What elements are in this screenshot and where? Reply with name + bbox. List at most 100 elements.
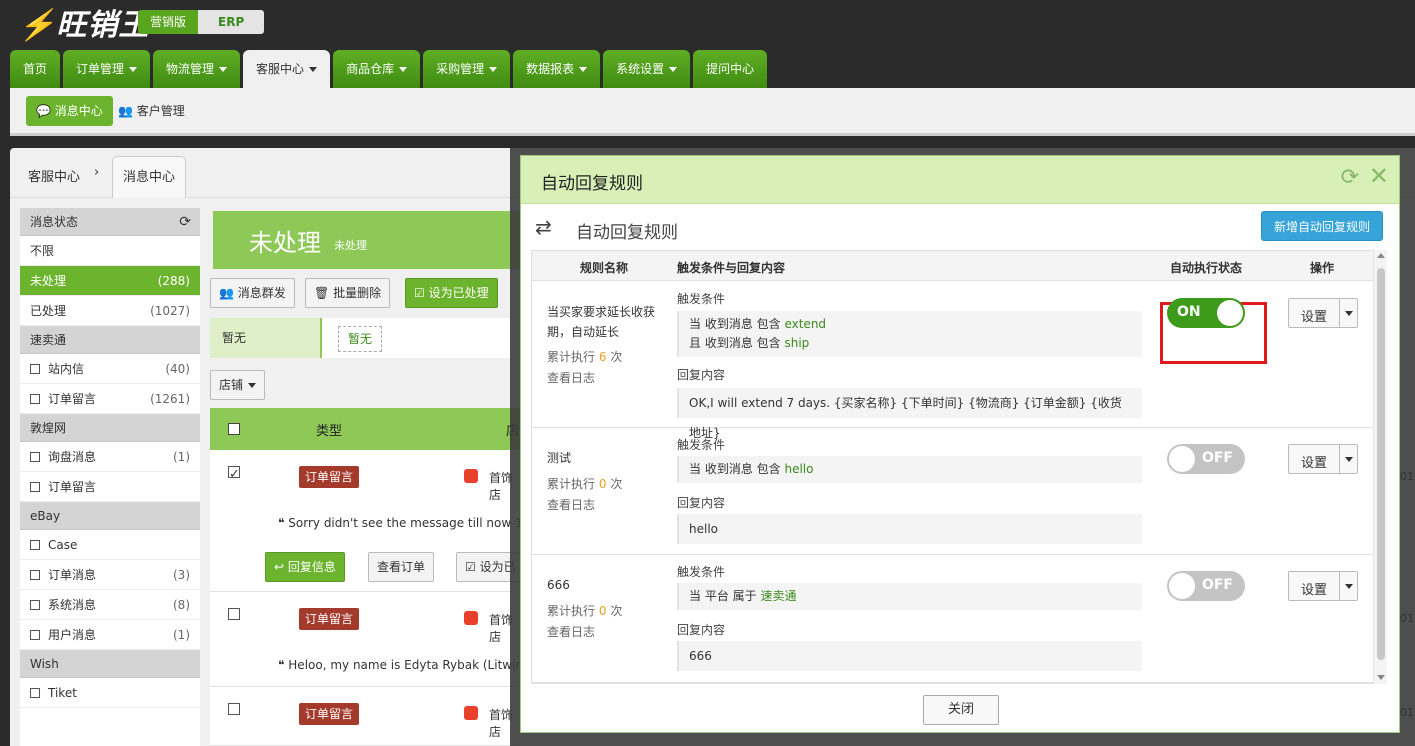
scroll-down-icon[interactable] bbox=[1377, 675, 1385, 680]
nav-tab-1[interactable]: 订单管理 bbox=[63, 50, 151, 88]
main-nav: 首页 订单管理 物流管理 客服中心 商品仓库 采购管理 数据报表 系统设置 提问中心 bbox=[10, 50, 768, 88]
sidebar-item-ali-inbox[interactable]: 站内信 (40) bbox=[20, 354, 200, 384]
chevron-down-icon[interactable] bbox=[1339, 445, 1357, 473]
batch-delete-button[interactable]: 🗑 批量删除 bbox=[305, 278, 391, 308]
add-rule-button[interactable]: 新增自动回复规则 bbox=[1260, 211, 1383, 241]
reply-content: hello bbox=[677, 514, 1142, 544]
auto-reply-modal: 自动回复规则 ⟳ ✕ ⇄ 自动回复规则 新增自动回复规则 规则名称 触发条件与回… bbox=[520, 155, 1400, 733]
row-checkbox[interactable] bbox=[228, 703, 240, 715]
modal-title: 自动回复规则 bbox=[541, 174, 643, 194]
sidebar-group-message-status: 消息状态 ⟳ bbox=[20, 208, 200, 236]
checkbox[interactable] bbox=[30, 364, 40, 374]
message-preview[interactable]: ❝ Sorry didn't see the message till now … bbox=[278, 516, 523, 530]
sidebar-item-wish-ticket[interactable]: Tiket bbox=[20, 678, 200, 708]
row-checkbox[interactable] bbox=[228, 608, 240, 620]
column-rule-name: 规则名称 bbox=[580, 261, 629, 275]
checkbox[interactable] bbox=[30, 600, 40, 610]
checkbox[interactable] bbox=[30, 570, 40, 580]
row-checkbox[interactable]: ✓ bbox=[228, 466, 240, 482]
top-bar: ⚡旺销王 营销版 ERP bbox=[0, 0, 1415, 48]
column-type: 类型 bbox=[316, 424, 343, 439]
settings-button[interactable]: 设置 bbox=[1288, 571, 1358, 601]
date-fragment: 017 bbox=[1400, 470, 1415, 483]
subnav-message-center[interactable]: 💬 消息中心 bbox=[26, 96, 113, 126]
table-row: 订单留言 首饰店 ❝ Heloo, my name is Edyta Rybak… bbox=[210, 592, 523, 687]
edition-erp[interactable]: ERP bbox=[198, 10, 265, 34]
refresh-icon[interactable]: ⟳ bbox=[1341, 165, 1359, 190]
close-icon[interactable]: ✕ bbox=[1369, 162, 1389, 190]
sidebar-item-processed[interactable]: 已处理 (1027) bbox=[20, 296, 200, 326]
tag-filter-chip[interactable]: 暂无 bbox=[338, 326, 383, 352]
scroll-thumb[interactable] bbox=[1377, 268, 1385, 660]
nav-tab-5[interactable]: 采购管理 bbox=[423, 50, 511, 88]
checkbox[interactable] bbox=[30, 688, 40, 698]
reply-label: 回复内容 bbox=[677, 368, 726, 382]
rule-row: 测试 累计执行 0 次 查看日志 触发条件 当 收到消息 包含 hello 回复… bbox=[532, 428, 1385, 555]
nav-tab-4[interactable]: 商品仓库 bbox=[333, 50, 421, 88]
sidebar-item-ebay-sys-msg[interactable]: 系统消息 (8) bbox=[20, 590, 200, 620]
retweet-icon: ⇄ bbox=[535, 215, 552, 239]
mass-send-button[interactable]: 👥 消息群发 bbox=[210, 278, 295, 308]
checkbox[interactable] bbox=[30, 394, 40, 404]
scroll-up-icon[interactable] bbox=[1377, 253, 1385, 258]
shop-filter-dropdown[interactable]: 店铺 bbox=[210, 370, 266, 400]
message-filter-sidebar: 消息状态 ⟳ 不限 未处理 (288) 已处理 (1027) 速卖通 站内信 (40) … bbox=[20, 208, 200, 746]
select-all-checkbox[interactable] bbox=[228, 423, 240, 435]
view-order-button[interactable]: 查看订单 bbox=[368, 552, 435, 582]
auto-exec-toggle[interactable]: OFF bbox=[1167, 444, 1245, 474]
nav-tab-0[interactable]: 首页 bbox=[10, 50, 61, 88]
close-button[interactable]: 关闭 bbox=[923, 695, 999, 725]
quote-icon: ❝ bbox=[278, 516, 289, 530]
sidebar-group-aliexpress: 速卖通 bbox=[20, 326, 200, 354]
tag-filter-row: 暂无 暂无 bbox=[210, 318, 520, 358]
rules-scrollbar[interactable] bbox=[1373, 250, 1387, 684]
tag-filter-label[interactable]: 暂无 bbox=[210, 318, 322, 358]
nav-tab-3[interactable]: 客服中心 bbox=[243, 50, 331, 88]
view-log-link[interactable]: 查看日志 bbox=[547, 496, 595, 513]
sidebar-item-unprocessed[interactable]: 未处理 (288) bbox=[20, 266, 200, 296]
view-log-link[interactable]: 查看日志 bbox=[547, 623, 595, 640]
sidebar-item-all[interactable]: 不限 bbox=[20, 236, 200, 266]
sub-nav: 💬 消息中心 👥 客户管理 bbox=[10, 88, 1415, 136]
sidebar-item-dh-inquiry[interactable]: 询盘消息 (1) bbox=[20, 442, 200, 472]
view-log-link[interactable]: 查看日志 bbox=[547, 369, 595, 386]
checkbox[interactable] bbox=[30, 630, 40, 640]
message-preview[interactable]: ❝ Heloo, my name is Edyta Rybak (Litwin bbox=[278, 658, 523, 672]
app-logo[interactable]: ⚡旺销王 bbox=[18, 0, 149, 44]
set-processed-button[interactable]: ☑ 设为已处理 bbox=[405, 278, 498, 308]
reply-icon: ↩ bbox=[274, 560, 288, 574]
sidebar-item-ebay-case[interactable]: Case bbox=[20, 530, 200, 560]
sidebar-item-ebay-order-msg[interactable]: 订单消息 (3) bbox=[20, 560, 200, 590]
chevron-down-icon[interactable] bbox=[1339, 299, 1357, 327]
trash-icon: 🗑 bbox=[314, 286, 334, 300]
sidebar-item-ebay-user-msg[interactable]: 用户消息 (1) bbox=[20, 620, 200, 650]
settings-button[interactable]: 设置 bbox=[1288, 444, 1358, 474]
modal-section-header: ⇄ 自动回复规则 新增自动回复规则 bbox=[535, 211, 1385, 249]
subnav-customer-mgmt[interactable]: 👥 客户管理 bbox=[118, 96, 185, 126]
breadcrumb-root[interactable]: 客服中心 bbox=[28, 166, 80, 185]
status-banner-subtitle: 未处理 bbox=[334, 239, 367, 252]
reply-button[interactable]: ↩ 回复信息 bbox=[265, 552, 345, 582]
checkbox[interactable] bbox=[30, 482, 40, 492]
sidebar-item-ali-order-msg[interactable]: 订单留言 (1261) bbox=[20, 384, 200, 414]
nav-tab-7[interactable]: 系统设置 bbox=[603, 50, 691, 88]
date-fragment: 017 bbox=[1400, 706, 1415, 719]
edition-marketing[interactable]: 营销版 bbox=[138, 10, 199, 34]
auto-exec-toggle[interactable]: OFF bbox=[1167, 571, 1245, 601]
chevron-down-icon[interactable] bbox=[1339, 572, 1357, 600]
refresh-icon[interactable]: ⟳ bbox=[179, 208, 191, 236]
settings-button[interactable]: 设置 bbox=[1288, 298, 1358, 328]
column-action: 操作 bbox=[1310, 261, 1335, 275]
checkbox[interactable] bbox=[30, 452, 40, 462]
nav-tab-2[interactable]: 物流管理 bbox=[153, 50, 241, 88]
nav-tab-6[interactable]: 数据报表 bbox=[513, 50, 601, 88]
nav-tab-8[interactable]: 提问中心 bbox=[693, 50, 768, 88]
auto-exec-toggle[interactable]: ON bbox=[1167, 298, 1245, 328]
sidebar-item-dh-order-msg[interactable]: 订单留言 bbox=[20, 472, 200, 502]
breadcrumb-current-tab[interactable]: 消息中心 bbox=[112, 156, 187, 198]
rule-exec-count: 累计执行 0 次 bbox=[547, 477, 623, 491]
trigger-label: 触发条件 bbox=[677, 565, 726, 579]
modal-header: 自动回复规则 ⟳ ✕ bbox=[521, 156, 1399, 204]
reply-label: 回复内容 bbox=[677, 623, 726, 637]
checkbox[interactable] bbox=[30, 540, 40, 550]
